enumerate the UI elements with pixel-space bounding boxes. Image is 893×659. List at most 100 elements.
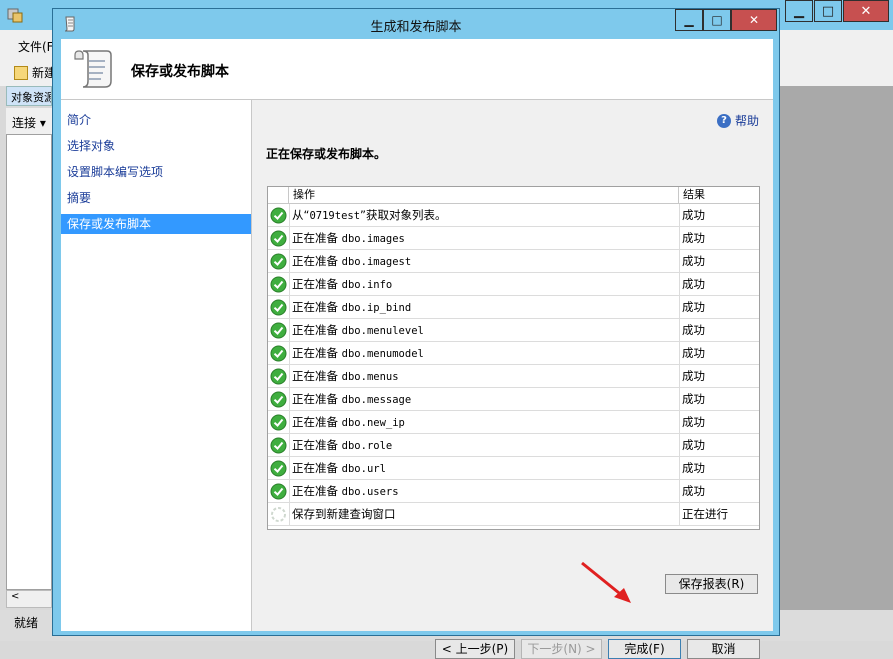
row-operation: 正在准备 dbo.images <box>289 227 679 249</box>
row-result: 成功 <box>679 480 759 502</box>
row-operation: 正在准备 dbo.new_ip <box>289 411 679 433</box>
bg-document-area <box>778 86 893 610</box>
operation-object: dbo.menumodel <box>341 348 424 360</box>
operation-suffix: ”获取对象列表。 <box>360 208 447 222</box>
operation-object: dbo.role <box>341 440 393 452</box>
success-check-icon <box>270 345 287 362</box>
success-check-icon <box>270 460 287 477</box>
operation-object: dbo.menulevel <box>341 325 424 337</box>
dialog-body: 保存或发布脚本 简介 选择对象 设置脚本编写选项 摘要 保存或发布脚本 ? 帮助… <box>61 39 773 659</box>
success-check-icon <box>270 483 287 500</box>
row-operation: 正在准备 dbo.menulevel <box>289 319 679 341</box>
row-result: 成功 <box>679 273 759 295</box>
table-row[interactable]: 正在准备 dbo.users 成功 <box>268 480 759 503</box>
success-check-icon <box>270 322 287 339</box>
success-check-icon <box>270 299 287 316</box>
bg-toolbar-right <box>778 30 893 86</box>
table-row[interactable]: 正在准备 dbo.ip_bind 成功 <box>268 296 759 319</box>
table-row[interactable]: 从“0719test”获取对象列表。 成功 <box>268 204 759 227</box>
cancel-button[interactable]: 取消 <box>687 639 760 659</box>
row-operation: 正在准备 dbo.imagest <box>289 250 679 272</box>
success-check-icon <box>270 230 287 247</box>
row-result: 成功 <box>679 388 759 410</box>
grid-header-result[interactable]: 结果 <box>679 187 759 203</box>
table-row[interactable]: 保存到新建查询窗口 正在进行 <box>268 503 759 526</box>
finish-button[interactable]: 完成(F) <box>608 639 681 659</box>
table-row[interactable]: 正在准备 dbo.imagest 成功 <box>268 250 759 273</box>
help-label: 帮助 <box>735 114 760 128</box>
script-scroll-large-icon <box>74 50 112 88</box>
help-link[interactable]: ? 帮助 <box>717 112 759 129</box>
table-row[interactable]: 正在准备 dbo.new_ip 成功 <box>268 411 759 434</box>
object-explorer-header: 对象资源 <box>6 86 52 106</box>
operation-object: dbo.imagest <box>341 256 412 268</box>
operation-prefix: 正在准备 <box>292 484 342 498</box>
operation-prefix: 正在准备 <box>292 392 342 406</box>
operation-object: dbo.new_ip <box>341 417 405 429</box>
row-result: 成功 <box>679 204 759 226</box>
previous-button[interactable]: < 上一步(P) <box>435 639 515 659</box>
bg-close-button[interactable]: ✕ <box>843 0 889 22</box>
operation-object: dbo.url <box>341 463 386 475</box>
new-document-icon <box>14 65 28 80</box>
row-operation: 保存到新建查询窗口 <box>289 503 679 525</box>
row-operation: 正在准备 dbo.users <box>289 480 679 502</box>
operation-object: 0719test <box>309 210 361 222</box>
table-row[interactable]: 正在准备 dbo.role 成功 <box>268 434 759 457</box>
operation-object: dbo.users <box>341 486 399 498</box>
row-result: 成功 <box>679 296 759 318</box>
nav-item-intro[interactable]: 简介 <box>61 110 251 130</box>
progress-status: 正在保存或发布脚本。 <box>266 147 387 161</box>
nav-item-choose-objects[interactable]: 选择对象 <box>61 136 251 156</box>
operation-prefix: 正在准备 <box>292 277 342 291</box>
row-result: 正在进行 <box>679 503 759 525</box>
table-row[interactable]: 正在准备 dbo.menumodel 成功 <box>268 342 759 365</box>
table-row[interactable]: 正在准备 dbo.message 成功 <box>268 388 759 411</box>
table-row[interactable]: 正在准备 dbo.url 成功 <box>268 457 759 480</box>
save-report-button[interactable]: 保存报表(R) <box>665 574 758 594</box>
nav-item-summary[interactable]: 摘要 <box>61 188 251 208</box>
generate-scripts-dialog: 生成和发布脚本 ▁ □ ✕ 保存或发布脚本 简介 选择对象 设置脚本编写选项 摘… <box>52 8 780 659</box>
table-row[interactable]: 正在准备 dbo.menulevel 成功 <box>268 319 759 342</box>
bg-minimize-button[interactable]: ▁ <box>785 0 813 22</box>
row-operation: 从“0719test”获取对象列表。 <box>289 204 679 226</box>
new-query-button[interactable]: 新建 <box>14 64 56 81</box>
operation-prefix: 正在准备 <box>292 254 342 268</box>
grid-header-operation[interactable]: 操作 <box>289 187 679 203</box>
row-operation: 正在准备 dbo.role <box>289 434 679 456</box>
in-progress-spinner-icon <box>270 506 287 523</box>
ssms-app-icon <box>7 8 23 23</box>
progress-grid[interactable]: 操作 结果 从“0719test”获取对象列表。 成功 正在准备 dbo.image… <box>267 186 760 530</box>
tree-horizontal-scrollbar[interactable]: < <box>6 590 52 608</box>
nav-item-save-publish[interactable]: 保存或发布脚本 <box>61 214 251 234</box>
grid-header: 操作 结果 <box>268 187 759 204</box>
operation-prefix: 正在准备 <box>292 231 342 245</box>
success-check-icon <box>270 253 287 270</box>
operation-prefix: 正在准备 <box>292 346 342 360</box>
close-button[interactable]: ✕ <box>731 9 777 31</box>
menu-file[interactable]: 文件(F <box>18 38 54 55</box>
operation-object: dbo.images <box>341 233 405 245</box>
table-row[interactable]: 正在准备 dbo.images 成功 <box>268 227 759 250</box>
dialog-titlebar[interactable]: 生成和发布脚本 ▁ □ ✕ <box>53 9 779 39</box>
row-result: 成功 <box>679 434 759 456</box>
operation-object: dbo.info <box>341 279 393 291</box>
table-row[interactable]: 正在准备 dbo.info 成功 <box>268 273 759 296</box>
wizard-header: 保存或发布脚本 <box>61 39 773 100</box>
row-result: 成功 <box>679 319 759 341</box>
row-operation: 正在准备 dbo.ip_bind <box>289 296 679 318</box>
row-result: 成功 <box>679 411 759 433</box>
next-button[interactable]: 下一步(N) > <box>521 639 602 659</box>
connect-dropdown[interactable]: 连接 ▾ <box>6 108 52 134</box>
operation-prefix: 保存到新建查询窗口 <box>292 507 396 521</box>
nav-item-scripting-options[interactable]: 设置脚本编写选项 <box>61 162 251 182</box>
success-check-icon <box>270 391 287 408</box>
table-row[interactable]: 正在准备 dbo.menus 成功 <box>268 365 759 388</box>
bg-maximize-button[interactable]: □ <box>814 0 842 22</box>
maximize-button[interactable]: □ <box>703 9 731 31</box>
row-operation: 正在准备 dbo.menumodel <box>289 342 679 364</box>
wizard-content: ? 帮助 正在保存或发布脚本。 操作 结果 从“0719test”获取对象列表。… <box>252 100 773 659</box>
operation-prefix: 正在准备 <box>292 369 342 383</box>
minimize-button[interactable]: ▁ <box>675 9 703 31</box>
object-explorer-tree[interactable] <box>6 134 52 590</box>
